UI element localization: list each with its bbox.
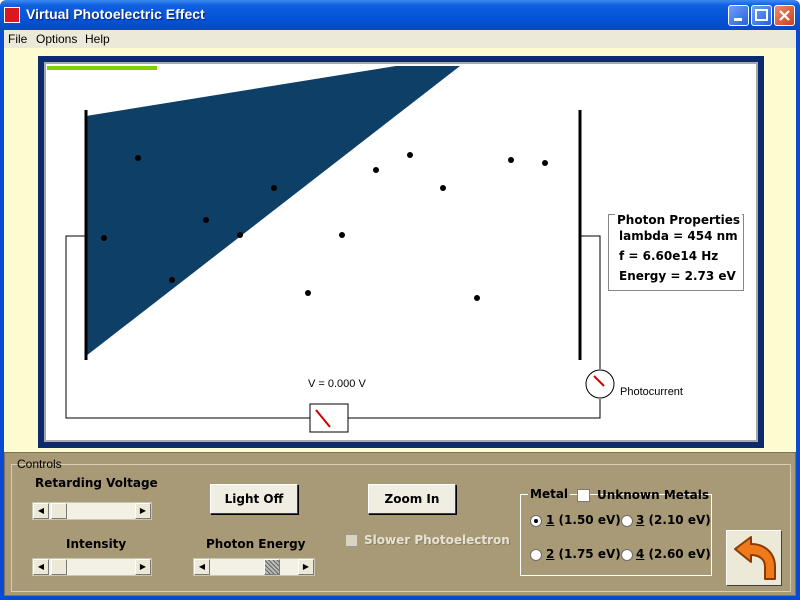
- electron: [237, 232, 243, 238]
- electron: [407, 152, 413, 158]
- metal-radio-4[interactable]: [621, 549, 633, 561]
- retarding-voltage-label: Retarding Voltage: [35, 476, 158, 490]
- slower-photoelectron-checkbox[interactable]: [345, 534, 358, 547]
- electron: [373, 167, 379, 173]
- light-toggle-button[interactable]: Light Off: [210, 484, 298, 514]
- scroll-right-icon[interactable]: ▶: [135, 503, 151, 519]
- metal-title: Metal: [530, 487, 569, 501]
- photon-energy-label: Photon Energy: [206, 537, 306, 551]
- scroll-left-icon[interactable]: ◀: [33, 559, 49, 575]
- back-button[interactable]: [726, 530, 782, 586]
- slower-photoelectron-label: Slower Photoelectron: [364, 533, 510, 547]
- electron: [271, 185, 277, 191]
- photocurrent-label: Photocurrent: [620, 386, 683, 398]
- light-beam: [86, 66, 460, 356]
- metal-group: [520, 494, 712, 576]
- photon-energy-slider[interactable]: ◀ ▶: [193, 558, 315, 576]
- electron: [339, 232, 345, 238]
- slider-thumb[interactable]: [51, 503, 67, 519]
- controls-title: Controls: [17, 457, 62, 471]
- zoom-in-button[interactable]: Zoom In: [368, 484, 456, 514]
- electron: [169, 277, 175, 283]
- back-arrow-icon: [734, 536, 776, 580]
- voltmeter: [309, 403, 349, 433]
- slider-thumb[interactable]: [51, 559, 67, 575]
- electron: [474, 295, 480, 301]
- slider-thumb[interactable]: [264, 559, 280, 575]
- scroll-right-icon[interactable]: ▶: [298, 559, 314, 575]
- photon-properties-title: Photon Properties: [615, 213, 743, 227]
- scroll-right-icon[interactable]: ▶: [135, 559, 151, 575]
- ammeter: [585, 369, 615, 399]
- electron: [440, 185, 446, 191]
- metal-option-3-label: 3 (2.10 eV): [636, 513, 711, 527]
- metal-option-1-label: 1 (1.50 eV): [546, 513, 621, 527]
- wavelength-value: lambda = 454 nm: [619, 229, 738, 243]
- photon-properties-panel: Photon Properties lambda = 454 nm f = 6.…: [608, 213, 744, 291]
- electron: [135, 155, 141, 161]
- circuit-wire-right: [348, 399, 601, 419]
- electron: [203, 217, 209, 223]
- electron: [542, 160, 548, 166]
- frequency-value: f = 6.60e14 Hz: [619, 249, 719, 263]
- retarding-voltage-slider[interactable]: ◀ ▶: [32, 502, 152, 520]
- circuit-wire-collector: [580, 235, 601, 369]
- intensity-label: Intensity: [66, 537, 127, 551]
- metal-option-2-label: 2 (1.75 eV): [546, 547, 621, 561]
- intensity-slider[interactable]: ◀ ▶: [32, 558, 152, 576]
- voltage-readout: V = 0.000 V: [308, 378, 366, 390]
- metal-radio-1[interactable]: [530, 515, 542, 527]
- electron: [508, 157, 514, 163]
- metal-radio-3[interactable]: [621, 515, 633, 527]
- metal-option-4-label: 4 (2.60 eV): [636, 547, 711, 561]
- scroll-left-icon[interactable]: ◀: [33, 503, 49, 519]
- electron: [101, 235, 107, 241]
- energy-value: Energy = 2.73 eV: [619, 269, 736, 283]
- scroll-left-icon[interactable]: ◀: [194, 559, 210, 575]
- electron: [305, 290, 311, 296]
- unknown-metals-label: Unknown Metals: [597, 488, 710, 502]
- light-indicator-bar: [47, 66, 157, 70]
- metal-legend: Metal: [528, 487, 571, 501]
- metal-radio-2[interactable]: [530, 549, 542, 561]
- unknown-metals-checkbox[interactable]: [577, 489, 590, 502]
